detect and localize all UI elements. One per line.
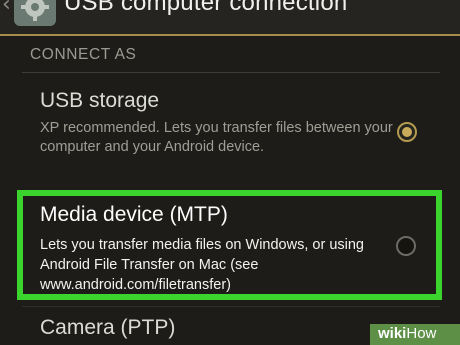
radio-selected-dot bbox=[402, 127, 412, 137]
wikihow-watermark: wikiHow bbox=[370, 324, 460, 345]
page-title: USB computer connection bbox=[64, 0, 348, 16]
section-header: CONNECT AS bbox=[30, 46, 137, 63]
gear-icon[interactable] bbox=[14, 0, 56, 26]
watermark-how: How bbox=[406, 325, 437, 342]
option-title: USB storage bbox=[40, 89, 160, 112]
option-title: Camera (PTP) bbox=[40, 316, 176, 339]
header-divider bbox=[0, 34, 460, 36]
row-divider bbox=[22, 306, 440, 307]
radio-usb-storage[interactable] bbox=[397, 122, 417, 142]
watermark-wiki: wiki bbox=[378, 325, 407, 342]
highlight-box bbox=[17, 190, 442, 300]
action-bar: ‹ USB computer connection bbox=[0, 0, 460, 36]
back-icon[interactable]: ‹ bbox=[2, 0, 11, 17]
option-summary: XP recommended. Lets you transfer files … bbox=[40, 120, 393, 155]
section-divider bbox=[22, 72, 440, 73]
